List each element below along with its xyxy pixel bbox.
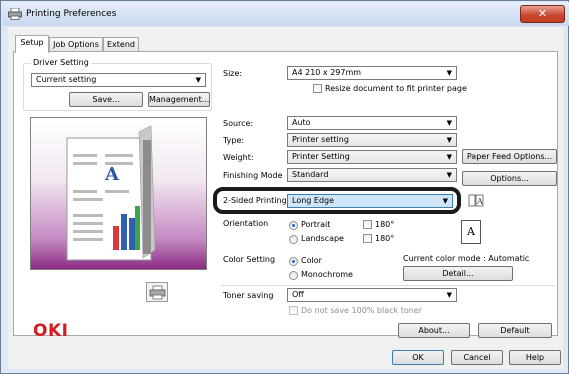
tab-job-options[interactable]: Job Options: [49, 37, 103, 52]
printer-preview-button[interactable]: [146, 282, 168, 302]
duplex-preview-illustration: [66, 125, 156, 261]
size-label: Size:: [223, 69, 243, 78]
options-button[interactable]: Options...: [462, 171, 557, 186]
rotate-180-checkbox-2[interactable]: [363, 234, 372, 243]
duplex-book-icon: A: [468, 194, 484, 207]
about-button[interactable]: About...: [398, 323, 470, 338]
orientation-label: Orientation: [223, 219, 269, 228]
rotate-180-label-1: 180°: [375, 220, 395, 229]
size-value: A4 210 x 297mm: [292, 68, 362, 77]
toner-saving-value: Off: [292, 290, 304, 299]
preview-letter-glyph: A: [105, 164, 119, 185]
type-value: Printer setting: [292, 135, 349, 144]
printer-icon: [8, 8, 22, 20]
save-button[interactable]: Save...: [69, 92, 143, 107]
management-button[interactable]: Management...: [148, 92, 210, 107]
close-button[interactable]: ✕: [520, 5, 565, 23]
two-sided-printing-label: 2-Sided Printing: [223, 196, 287, 205]
window-title: Printing Preferences: [26, 9, 117, 19]
portrait-page-icon: A: [461, 220, 481, 244]
weight-select[interactable]: Printer Setting ▼: [287, 150, 457, 164]
dropdown-arrow-icon: ▼: [446, 119, 452, 127]
monochrome-radio[interactable]: [289, 271, 298, 280]
toner-saving-label: Toner saving: [223, 291, 274, 300]
landscape-radio[interactable]: [289, 235, 298, 244]
cancel-button[interactable]: Cancel: [451, 350, 503, 365]
svg-text:A: A: [476, 197, 483, 206]
driver-setting-select[interactable]: Current setting ▼: [31, 73, 206, 87]
help-button[interactable]: Help: [509, 350, 561, 365]
resize-document-checkbox[interactable]: [313, 84, 322, 93]
source-label: Source:: [223, 119, 254, 128]
type-select[interactable]: Printer setting ▼: [287, 133, 457, 147]
dropdown-arrow-icon: ▼: [446, 171, 452, 179]
resize-document-label: Resize document to fit printer page: [325, 84, 467, 93]
divider: [221, 285, 555, 286]
print-preview: A: [30, 117, 207, 270]
portrait-label: Portrait: [301, 220, 331, 229]
landscape-label: Landscape: [301, 234, 344, 243]
toner-saving-select[interactable]: Off ▼: [287, 288, 457, 302]
oki-logo: OKI: [33, 321, 69, 341]
rotate-180-checkbox-1[interactable]: [363, 220, 372, 229]
finishing-mode-value: Standard: [292, 170, 329, 179]
do-not-save-black-checkbox[interactable]: [289, 306, 298, 315]
finishing-mode-select[interactable]: Standard ▼: [287, 168, 457, 182]
dropdown-arrow-icon: ▼: [446, 136, 452, 144]
portrait-radio[interactable]: [289, 221, 298, 230]
two-sided-printing-value: Long Edge: [292, 196, 335, 205]
printing-preferences-window: Printing Preferences ✕ Setup Job Options…: [0, 0, 569, 374]
tab-extend[interactable]: Extend: [103, 37, 139, 52]
driver-setting-value: Current setting: [36, 75, 97, 84]
paper-feed-options-button[interactable]: Paper Feed Options...: [462, 149, 557, 164]
dropdown-arrow-icon: ▼: [442, 197, 448, 205]
source-select[interactable]: Auto ▼: [287, 116, 457, 130]
ok-button[interactable]: OK: [392, 350, 444, 365]
color-setting-label: Color Setting: [223, 255, 276, 264]
color-radio[interactable]: [289, 257, 298, 266]
rotate-180-label-2: 180°: [375, 234, 395, 243]
type-label: Type:: [223, 136, 245, 145]
size-select[interactable]: A4 210 x 297mm ▼: [287, 66, 457, 80]
weight-value: Printer Setting: [292, 152, 350, 161]
driver-setting-group-label: Driver Setting: [31, 58, 91, 67]
two-sided-printing-select[interactable]: Long Edge ▼: [287, 194, 453, 208]
dropdown-arrow-icon: ▼: [195, 76, 201, 84]
tab-setup[interactable]: Setup: [15, 35, 49, 53]
printer-icon: [149, 285, 166, 300]
finishing-mode-label: Finishing Mode: [223, 171, 283, 180]
weight-label: Weight:: [223, 153, 254, 162]
dropdown-arrow-icon: ▼: [446, 291, 452, 299]
color-detail-button[interactable]: Detail...: [403, 266, 513, 281]
current-color-mode-text: Current color mode : Automatic: [403, 254, 530, 263]
do-not-save-black-label: Do not save 100% black toner: [301, 306, 423, 315]
dropdown-arrow-icon: ▼: [446, 69, 452, 77]
color-option-label: Color: [301, 256, 322, 265]
title-bar[interactable]: Printing Preferences ✕: [2, 2, 569, 26]
default-button[interactable]: Default: [478, 323, 552, 338]
dropdown-arrow-icon: ▼: [446, 153, 452, 161]
monochrome-option-label: Monochrome: [301, 270, 353, 279]
source-value: Auto: [292, 118, 311, 127]
